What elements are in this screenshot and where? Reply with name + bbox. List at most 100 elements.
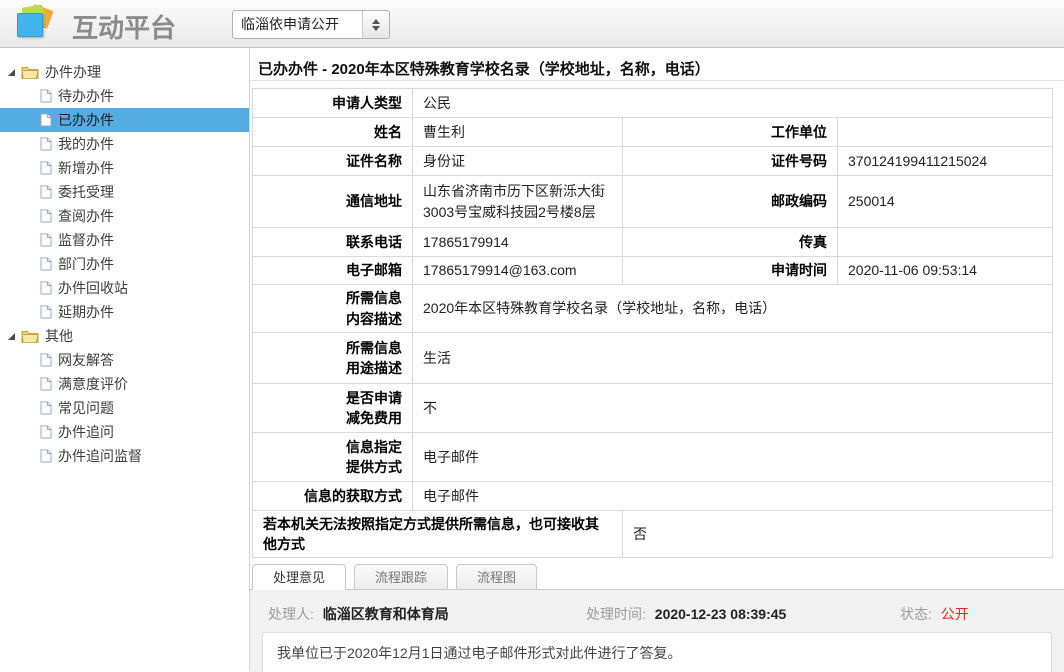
cert-name-value: 身份证 [413,147,623,176]
sidebar-item-label: 监督办件 [58,230,114,250]
expander-icon[interactable] [8,333,15,340]
phone-value: 17865179914 [413,228,623,257]
sidebar-item-my-cases[interactable]: 我的办件 [0,132,249,156]
document-icon [40,137,52,151]
apply-time-value: 2020-11-06 09:53:14 [838,257,1053,285]
sidebar-item-pending-cases[interactable]: 待办办件 [0,84,249,108]
sidebar-item-new-case[interactable]: 新增办件 [0,156,249,180]
handling-opinion-panel: 处理人: 临淄区教育和体育局 处理时间: 2020-12-23 08:39:45… [250,590,1064,672]
table-row: 证件名称 身份证 证件号码 370124199411215024 [253,147,1053,176]
sidebar-group-label: 办件办理 [45,62,101,82]
sidebar-item-label: 查阅办件 [58,206,114,226]
expander-icon[interactable] [8,69,15,76]
folder-icon [21,65,39,79]
table-row: 信息的获取方式 电子邮件 [253,482,1053,511]
fee-waiver-label: 是否申请 减免费用 [253,384,413,433]
handle-time-label: 处理时间: [586,606,646,622]
sidebar-item-label: 我的办件 [58,134,114,154]
sidebar-item-label: 委托受理 [58,182,114,202]
document-icon [40,233,52,247]
sidebar-item-label: 常见问题 [58,398,114,418]
table-row: 申请人类型 公民 [253,89,1053,118]
app-title: 互动平台 [72,8,176,45]
table-row: 姓名 曹生利 工作单位 [253,118,1053,147]
tab-process-tracking[interactable]: 流程跟踪 [354,564,448,590]
sidebar-item-label: 办件回收站 [58,278,128,298]
apply-time-label: 申请时间 [623,257,838,285]
application-detail-table: 申请人类型 公民 姓名 曹生利 工作单位 证件名称 身份证 证件号码 37012… [252,88,1053,558]
sidebar-item-netfriend-answers[interactable]: 网友解答 [0,348,249,372]
fax-label: 传真 [623,228,838,257]
cert-no-value: 370124199411215024 [838,147,1053,176]
sidebar-item-case-followup[interactable]: 办件追问 [0,420,249,444]
email-label: 电子邮箱 [253,257,413,285]
document-icon [40,425,52,439]
sidebar-item-followup-supervision[interactable]: 办件追问监督 [0,444,249,468]
name-value: 曹生利 [413,118,623,147]
name-label: 姓名 [253,118,413,147]
sidebar-group-case-handling[interactable]: 办件办理 [0,60,249,84]
sidebar-item-label: 延期办件 [58,302,114,322]
opinion-comment-text: 我单位已于2020年12月1日通过电子邮件形式对此件进行了答复。 [277,643,682,663]
sidebar-item-label: 办件追问监督 [58,446,142,466]
table-row: 通信地址 山东省济南市历下区新泺大街3003号宝威科技园2号楼8层 邮政编码 2… [253,176,1053,228]
document-icon [40,377,52,391]
content-desc-label: 所需信息 内容描述 [253,285,413,333]
sidebar-item-label: 待办办件 [58,86,114,106]
sidebar-item-entrusted-acceptance[interactable]: 委托受理 [0,180,249,204]
page-title-bar: 已办办件 - 2020年本区特殊教育学校名录（学校地址，名称，电话） [250,48,1064,81]
sidebar-item-faq[interactable]: 常见问题 [0,396,249,420]
address-label: 通信地址 [253,176,413,228]
sidebar-tree: 办件办理 待办办件 已办办件 我的办件 新增办件 委托受理 [0,60,249,468]
document-icon [40,353,52,367]
status-label: 状态: [900,606,932,622]
folder-icon [21,329,39,343]
spinner-arrows-icon[interactable] [362,11,389,38]
applicant-type-label: 申请人类型 [253,89,413,118]
fax-value [838,228,1053,257]
document-icon [40,185,52,199]
handle-time-value: 2020-12-23 08:39:45 [655,606,787,622]
table-row: 若本机关无法按照指定方式提供所需信息，也可接收其他方式 否 [253,511,1053,558]
opinion-comment-box: 我单位已于2020年12月1日通过电子邮件形式对此件进行了答复。 [262,632,1052,672]
work-unit-label: 工作单位 [623,118,838,147]
sidebar-item-label: 部门办件 [58,254,114,274]
document-icon [40,257,52,271]
provide-method-label: 信息指定 提供方式 [253,433,413,482]
table-row: 电子邮箱 17865179914@163.com 申请时间 2020-11-06… [253,257,1053,285]
handler-label: 处理人: [268,606,314,622]
site-selector[interactable]: 临淄依申请公开 [232,10,390,39]
sidebar: 办件办理 待办办件 已办办件 我的办件 新增办件 委托受理 [0,48,250,671]
sidebar-item-deferred-cases[interactable]: 延期办件 [0,300,249,324]
table-row: 联系电话 17865179914 传真 [253,228,1053,257]
sidebar-item-label: 满意度评价 [58,374,128,394]
sidebar-item-department-cases[interactable]: 部门办件 [0,252,249,276]
document-icon [40,305,52,319]
sidebar-item-recycle-bin[interactable]: 办件回收站 [0,276,249,300]
app-logo-icon [16,6,56,42]
tab-flow-chart[interactable]: 流程图 [456,564,537,590]
sidebar-group-other[interactable]: 其他 [0,324,249,348]
fallback-label: 若本机关无法按照指定方式提供所需信息，也可接收其他方式 [253,511,623,558]
sidebar-item-supervise-cases[interactable]: 监督办件 [0,228,249,252]
table-row: 所需信息 用途描述 生活 [253,333,1053,384]
fee-waiver-value: 不 [413,384,1053,433]
sidebar-item-satisfaction-rating[interactable]: 满意度评价 [0,372,249,396]
postcode-label: 邮政编码 [623,176,838,228]
obtain-method-label: 信息的获取方式 [253,482,413,511]
content-desc-value: 2020年本区特殊教育学校名录（学校地址，名称，电话） [413,285,1053,333]
cert-name-label: 证件名称 [253,147,413,176]
fallback-value: 否 [623,511,1053,558]
phone-label: 联系电话 [253,228,413,257]
document-icon [40,449,52,463]
sidebar-group-label: 其他 [45,326,73,346]
sidebar-item-review-cases[interactable]: 查阅办件 [0,204,249,228]
document-icon [40,161,52,175]
site-selector-value[interactable]: 临淄依申请公开 [233,11,362,38]
document-icon [40,209,52,223]
document-icon [40,113,52,127]
tab-handling-opinion[interactable]: 处理意见 [252,564,346,590]
sidebar-item-completed-cases[interactable]: 已办办件 [0,108,249,132]
obtain-method-value: 电子邮件 [413,482,1053,511]
handler-value: 临淄区教育和体育局 [323,606,449,622]
